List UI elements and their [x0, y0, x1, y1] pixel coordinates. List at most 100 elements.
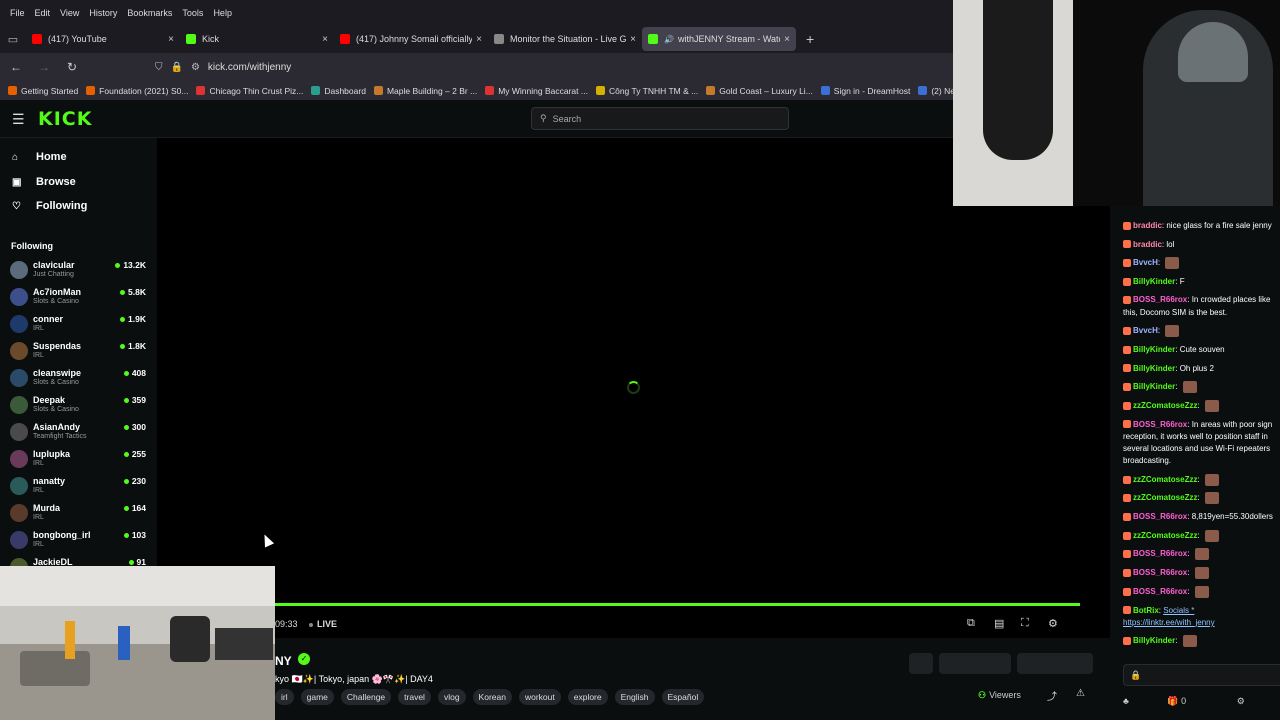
back-icon[interactable]: ←: [4, 60, 28, 74]
tag-challenge[interactable]: Challenge: [340, 689, 392, 705]
menu-item-edit[interactable]: Edit: [35, 8, 51, 18]
menu-item-file[interactable]: File: [10, 8, 25, 18]
bookmark-item[interactable]: Chicago Thin Crust Piz...: [196, 86, 303, 96]
shield-icon[interactable]: ⛉: [155, 62, 163, 73]
forward-icon[interactable]: →: [32, 60, 56, 74]
chat-message: BvvcH:: [1123, 257, 1280, 270]
new-tab-icon[interactable]: +: [806, 31, 814, 47]
bookmark-item[interactable]: Maple Building – 2 Br ...: [373, 86, 477, 96]
chat-username[interactable]: zzZComatoseZzz: [1133, 494, 1197, 503]
subscribe-button[interactable]: [1017, 653, 1093, 674]
hamburger-menu-icon[interactable]: ☰: [12, 111, 25, 128]
url-text[interactable]: kick.com/withjenny: [208, 62, 291, 73]
bookmark-item[interactable]: Gold Coast – Luxury Li...: [706, 86, 813, 96]
bookmark-item[interactable]: My Winning Baccarat ...: [485, 86, 588, 96]
browser-tab[interactable]: 🔊 withJENNY Stream - Watch ×: [642, 27, 796, 51]
bookmark-item[interactable]: Sign in - DreamHost: [820, 86, 910, 96]
streamer-name[interactable]: NY: [275, 654, 292, 668]
clip-icon[interactable]: ⧉: [967, 617, 975, 630]
chat-username[interactable]: zzZComatoseZzz: [1133, 531, 1197, 540]
fullscreen-icon[interactable]: ⛶: [1021, 617, 1029, 630]
followed-channel[interactable]: Deepak Slots & Casino 359: [10, 392, 150, 418]
chat-username[interactable]: braddic: [1133, 221, 1162, 230]
tag-explore[interactable]: explore: [567, 689, 608, 705]
chat-username[interactable]: BvvcH: [1133, 258, 1158, 267]
nav-following[interactable]: ♡ Following: [12, 200, 87, 212]
menu-item-history[interactable]: History: [89, 8, 117, 18]
menu-item-view[interactable]: View: [60, 8, 79, 18]
nav-home[interactable]: ⌂ Home: [12, 151, 67, 163]
followed-channel[interactable]: cleanswipe Slots & Casino 408: [10, 365, 150, 391]
chat-username[interactable]: BOSS_R66rox: [1133, 295, 1187, 304]
followed-channel[interactable]: AsianAndy Teamfight Tactics 300: [10, 419, 150, 445]
permissions-icon[interactable]: ⚙: [191, 62, 200, 73]
nav-browse[interactable]: ▣ Browse: [12, 176, 76, 188]
bookmark-item[interactable]: Getting Started: [8, 86, 78, 96]
tag-vlog[interactable]: vlog: [437, 689, 466, 705]
chat-username[interactable]: BOSS_R66rox: [1133, 550, 1187, 559]
close-tab-icon[interactable]: ×: [168, 34, 174, 45]
close-tab-icon[interactable]: ×: [784, 34, 790, 45]
chat-username[interactable]: zzZComatoseZzz: [1133, 401, 1197, 410]
tag-workout[interactable]: workout: [518, 689, 561, 705]
chat-username[interactable]: BillyKinder: [1133, 364, 1175, 373]
followed-channel[interactable]: luplupka IRL 255: [10, 446, 150, 472]
followed-channel[interactable]: Ac7ionMan Slots & Casino 5.8K: [10, 284, 150, 310]
menu-item-tools[interactable]: Tools: [182, 8, 203, 18]
chat-username[interactable]: BvvcH: [1133, 326, 1158, 335]
search-input[interactable]: ⚲ Search: [531, 107, 789, 130]
speaker-icon[interactable]: 🔊: [664, 35, 674, 44]
settings-icon[interactable]: ⚙: [1048, 617, 1058, 630]
tag-travel[interactable]: travel: [398, 689, 431, 705]
gift-icon[interactable]: 🎁: [1167, 696, 1178, 706]
url-bar[interactable]: ⛉ 🔒 ⚙ kick.com/withjenny: [155, 56, 950, 78]
chat-username[interactable]: braddic: [1133, 240, 1162, 249]
share-icon[interactable]: ⤴: [1047, 688, 1057, 703]
tag-korean[interactable]: Korean: [472, 689, 512, 705]
tag-english[interactable]: English: [614, 689, 655, 705]
tag-irl[interactable]: irl: [275, 689, 294, 705]
chat-badge-icon: [1123, 420, 1131, 429]
bookmark-item[interactable]: Công Ty TNHH TM & ...: [595, 86, 698, 96]
reload-icon[interactable]: ↻: [60, 60, 84, 74]
browser-tab[interactable]: (417) YouTube ×: [26, 27, 180, 51]
tag-español[interactable]: Español: [661, 689, 705, 705]
bookmark-item[interactable]: Dashboard: [311, 86, 366, 96]
chat-input[interactable]: 🔒: [1123, 664, 1280, 686]
close-tab-icon[interactable]: ×: [322, 34, 328, 45]
browser-tab[interactable]: Kick ×: [180, 27, 334, 51]
chat-username[interactable]: BillyKinder: [1133, 345, 1175, 354]
notification-button[interactable]: [909, 653, 933, 674]
followed-channel[interactable]: Murda IRL 164: [10, 500, 150, 526]
browser-tab[interactable]: (417) Johnny Somali officially J ×: [334, 27, 488, 51]
chat-username[interactable]: BOSS_R66rox: [1133, 587, 1187, 596]
kick-logo[interactable]: KICK: [38, 108, 92, 130]
tag-game[interactable]: game: [300, 689, 334, 705]
chat-username[interactable]: BillyKinder: [1133, 277, 1175, 286]
chat-username[interactable]: BOSS_R66rox: [1133, 420, 1187, 429]
close-tab-icon[interactable]: ×: [476, 34, 482, 45]
menu-item-bookmarks[interactable]: Bookmarks: [127, 8, 172, 18]
progress-bar[interactable]: [275, 603, 1080, 606]
follow-button[interactable]: [939, 653, 1011, 674]
report-icon[interactable]: ⚠: [1076, 688, 1085, 699]
chat-settings-icon[interactable]: ⚙: [1237, 696, 1245, 706]
chat-username[interactable]: BillyKinder: [1133, 382, 1175, 391]
followed-channel[interactable]: conner IRL 1.9K: [10, 311, 150, 337]
chat-username[interactable]: BOSS_R66rox: [1133, 512, 1187, 521]
points-icon[interactable]: ♣: [1123, 696, 1129, 706]
followed-channel[interactable]: Suspendas IRL 1.8K: [10, 338, 150, 364]
menu-item-help[interactable]: Help: [213, 8, 232, 18]
close-tab-icon[interactable]: ×: [630, 34, 636, 45]
followed-channel[interactable]: clavicular Just Chatting 13.2K: [10, 257, 150, 283]
tab-list-icon[interactable]: ▭: [0, 33, 26, 46]
chat-username[interactable]: zzZComatoseZzz: [1133, 475, 1197, 484]
followed-channel[interactable]: bongbong_irl IRL 103: [10, 527, 150, 553]
chat-username[interactable]: BOSS_R66rox: [1133, 568, 1187, 577]
chat-username[interactable]: BotRix: [1133, 606, 1159, 615]
chat-username[interactable]: BillyKinder: [1133, 637, 1175, 646]
bookmark-item[interactable]: Foundation (2021) S0...: [86, 86, 188, 96]
browser-tab[interactable]: Monitor the Situation - Live Gl ×: [488, 27, 642, 51]
theater-mode-icon[interactable]: ▤: [994, 617, 1004, 630]
followed-channel[interactable]: nanatty IRL 230: [10, 473, 150, 499]
